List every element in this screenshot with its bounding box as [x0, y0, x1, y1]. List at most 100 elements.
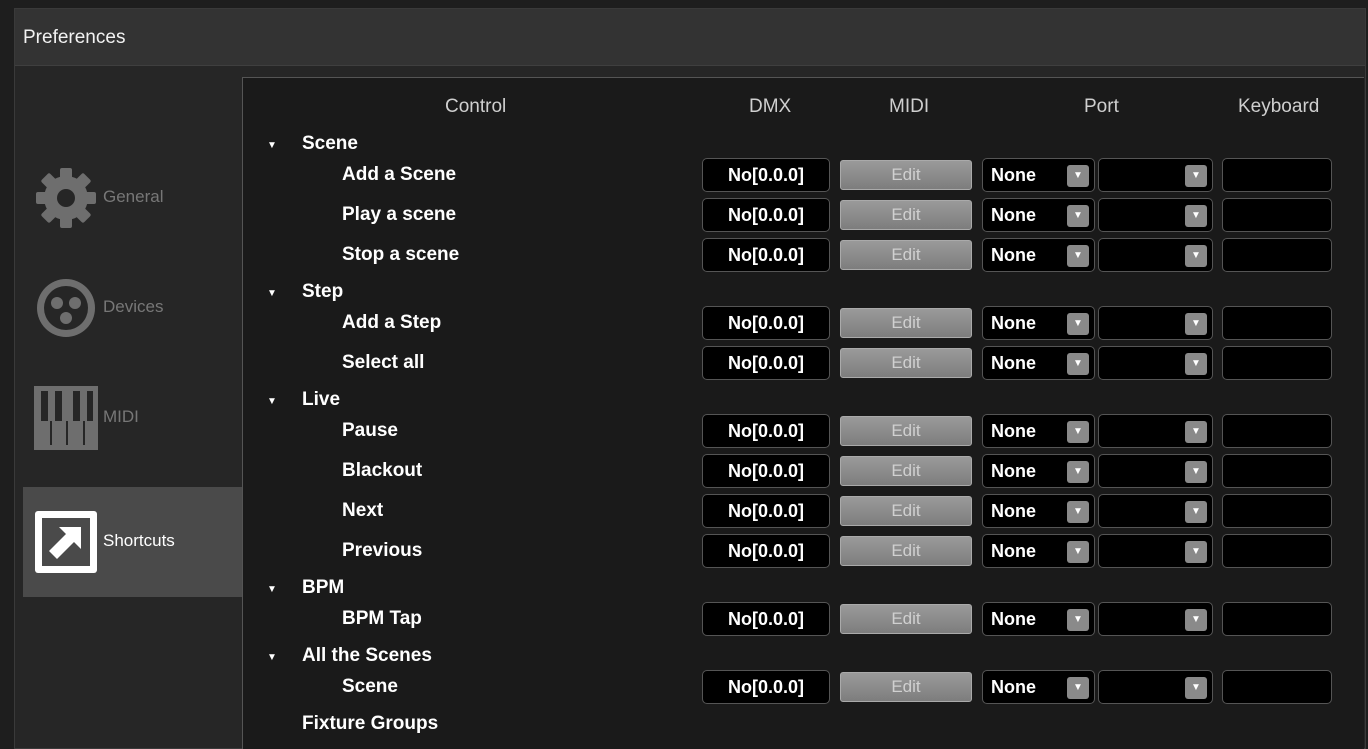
control-label: Blackout: [342, 460, 423, 481]
port-device-select[interactable]: ▼: [1098, 198, 1213, 232]
port-select[interactable]: None ▼: [982, 670, 1095, 704]
keyboard-field[interactable]: [1222, 198, 1332, 232]
sidebar-item-shortcuts[interactable]: Shortcuts: [23, 487, 243, 597]
dmx-field[interactable]: No[0.0.0]: [702, 534, 830, 568]
midi-edit-button[interactable]: Edit: [840, 160, 972, 190]
sidebar-item-devices[interactable]: Devices: [23, 253, 243, 363]
sidebar-item-label: MIDI: [103, 407, 139, 426]
chevron-down-icon[interactable]: ▼: [1067, 165, 1089, 187]
chevron-down-icon[interactable]: ▼: [1185, 677, 1207, 699]
chevron-down-icon[interactable]: ▼: [1067, 461, 1089, 483]
chevron-down-icon[interactable]: ▼: [1185, 205, 1207, 227]
chevron-down-icon[interactable]: ▼: [1185, 165, 1207, 187]
port-device-select[interactable]: ▼: [1098, 454, 1213, 488]
midi-edit-button[interactable]: Edit: [840, 416, 972, 446]
port-select[interactable]: None ▼: [982, 494, 1095, 528]
control-label: BPM Tap: [342, 608, 422, 629]
piano-keys-icon: [34, 386, 98, 450]
port-device-select[interactable]: ▼: [1098, 534, 1213, 568]
port-device-select[interactable]: ▼: [1098, 494, 1213, 528]
port-device-select[interactable]: ▼: [1098, 602, 1213, 636]
midi-edit-button[interactable]: Edit: [840, 200, 972, 230]
table-row: Scene No[0.0.0] Edit None ▼ ▼: [243, 668, 1364, 706]
group-row[interactable]: Fixture Groups: [243, 710, 1364, 748]
port-device-select[interactable]: ▼: [1098, 238, 1213, 272]
port-select[interactable]: None ▼: [982, 534, 1095, 568]
control-label: Next: [342, 500, 384, 521]
dmx-field[interactable]: No[0.0.0]: [702, 238, 830, 272]
chevron-down-icon[interactable]: ▼: [1067, 609, 1089, 631]
port-device-select[interactable]: ▼: [1098, 306, 1213, 340]
port-select[interactable]: None ▼: [982, 198, 1095, 232]
expand-caret-icon[interactable]: ▼: [267, 584, 277, 595]
chevron-down-icon[interactable]: ▼: [1185, 461, 1207, 483]
port-device-select[interactable]: ▼: [1098, 346, 1213, 380]
chevron-down-icon[interactable]: ▼: [1067, 353, 1089, 375]
port-select[interactable]: None ▼: [982, 346, 1095, 380]
sidebar-item-midi[interactable]: MIDI: [23, 363, 243, 473]
chevron-down-icon[interactable]: ▼: [1185, 421, 1207, 443]
dmx-field[interactable]: No[0.0.0]: [702, 306, 830, 340]
dmx-field[interactable]: No[0.0.0]: [702, 494, 830, 528]
keyboard-field[interactable]: [1222, 306, 1332, 340]
dmx-field[interactable]: No[0.0.0]: [702, 454, 830, 488]
group-label: Step: [302, 281, 344, 302]
keyboard-field[interactable]: [1222, 158, 1332, 192]
port-select[interactable]: None ▼: [982, 414, 1095, 448]
chevron-down-icon[interactable]: ▼: [1067, 541, 1089, 563]
expand-caret-icon[interactable]: ▼: [267, 288, 277, 299]
expand-caret-icon[interactable]: ▼: [267, 396, 277, 407]
chevron-down-icon[interactable]: ▼: [1067, 313, 1089, 335]
port-select[interactable]: None ▼: [982, 602, 1095, 636]
midi-edit-button[interactable]: Edit: [840, 536, 972, 566]
port-select[interactable]: None ▼: [982, 238, 1095, 272]
keyboard-field[interactable]: [1222, 670, 1332, 704]
port-select[interactable]: None ▼: [982, 306, 1095, 340]
keyboard-field[interactable]: [1222, 534, 1332, 568]
midi-edit-button[interactable]: Edit: [840, 672, 972, 702]
dmx-field[interactable]: No[0.0.0]: [702, 346, 830, 380]
port-value: None: [991, 461, 1036, 481]
port-value: None: [991, 501, 1036, 521]
chevron-down-icon[interactable]: ▼: [1067, 245, 1089, 267]
group-label: Fixture Groups: [302, 713, 439, 734]
midi-edit-button[interactable]: Edit: [840, 456, 972, 486]
chevron-down-icon[interactable]: ▼: [1185, 353, 1207, 375]
port-device-select[interactable]: ▼: [1098, 414, 1213, 448]
port-device-select[interactable]: ▼: [1098, 158, 1213, 192]
keyboard-field[interactable]: [1222, 346, 1332, 380]
port-select[interactable]: None ▼: [982, 454, 1095, 488]
chevron-down-icon[interactable]: ▼: [1185, 541, 1207, 563]
chevron-down-icon[interactable]: ▼: [1067, 205, 1089, 227]
group-label: All the Scenes: [302, 645, 432, 666]
expand-caret-icon[interactable]: ▼: [267, 140, 277, 151]
chevron-down-icon[interactable]: ▼: [1185, 501, 1207, 523]
expand-caret-icon[interactable]: ▼: [267, 652, 277, 663]
chevron-down-icon[interactable]: ▼: [1185, 313, 1207, 335]
chevron-down-icon[interactable]: ▼: [1185, 609, 1207, 631]
sidebar-item-label: General: [103, 187, 164, 206]
keyboard-field[interactable]: [1222, 454, 1332, 488]
keyboard-field[interactable]: [1222, 494, 1332, 528]
midi-edit-button[interactable]: Edit: [840, 348, 972, 378]
dmx-field[interactable]: No[0.0.0]: [702, 198, 830, 232]
keyboard-field[interactable]: [1222, 414, 1332, 448]
port-device-select[interactable]: ▼: [1098, 670, 1213, 704]
midi-edit-button[interactable]: Edit: [840, 308, 972, 338]
dmx-field[interactable]: No[0.0.0]: [702, 670, 830, 704]
dmx-field[interactable]: No[0.0.0]: [702, 414, 830, 448]
dmx-field[interactable]: No[0.0.0]: [702, 602, 830, 636]
midi-edit-button[interactable]: Edit: [840, 496, 972, 526]
midi-edit-button[interactable]: Edit: [840, 240, 972, 270]
keyboard-field[interactable]: [1222, 602, 1332, 636]
chevron-down-icon[interactable]: ▼: [1185, 245, 1207, 267]
midi-edit-button[interactable]: Edit: [840, 604, 972, 634]
keyboard-field[interactable]: [1222, 238, 1332, 272]
chevron-down-icon[interactable]: ▼: [1067, 501, 1089, 523]
chevron-down-icon[interactable]: ▼: [1067, 421, 1089, 443]
control-label: Scene: [342, 676, 398, 697]
port-select[interactable]: None ▼: [982, 158, 1095, 192]
dmx-field[interactable]: No[0.0.0]: [702, 158, 830, 192]
sidebar-item-general[interactable]: General: [23, 143, 243, 253]
chevron-down-icon[interactable]: ▼: [1067, 677, 1089, 699]
